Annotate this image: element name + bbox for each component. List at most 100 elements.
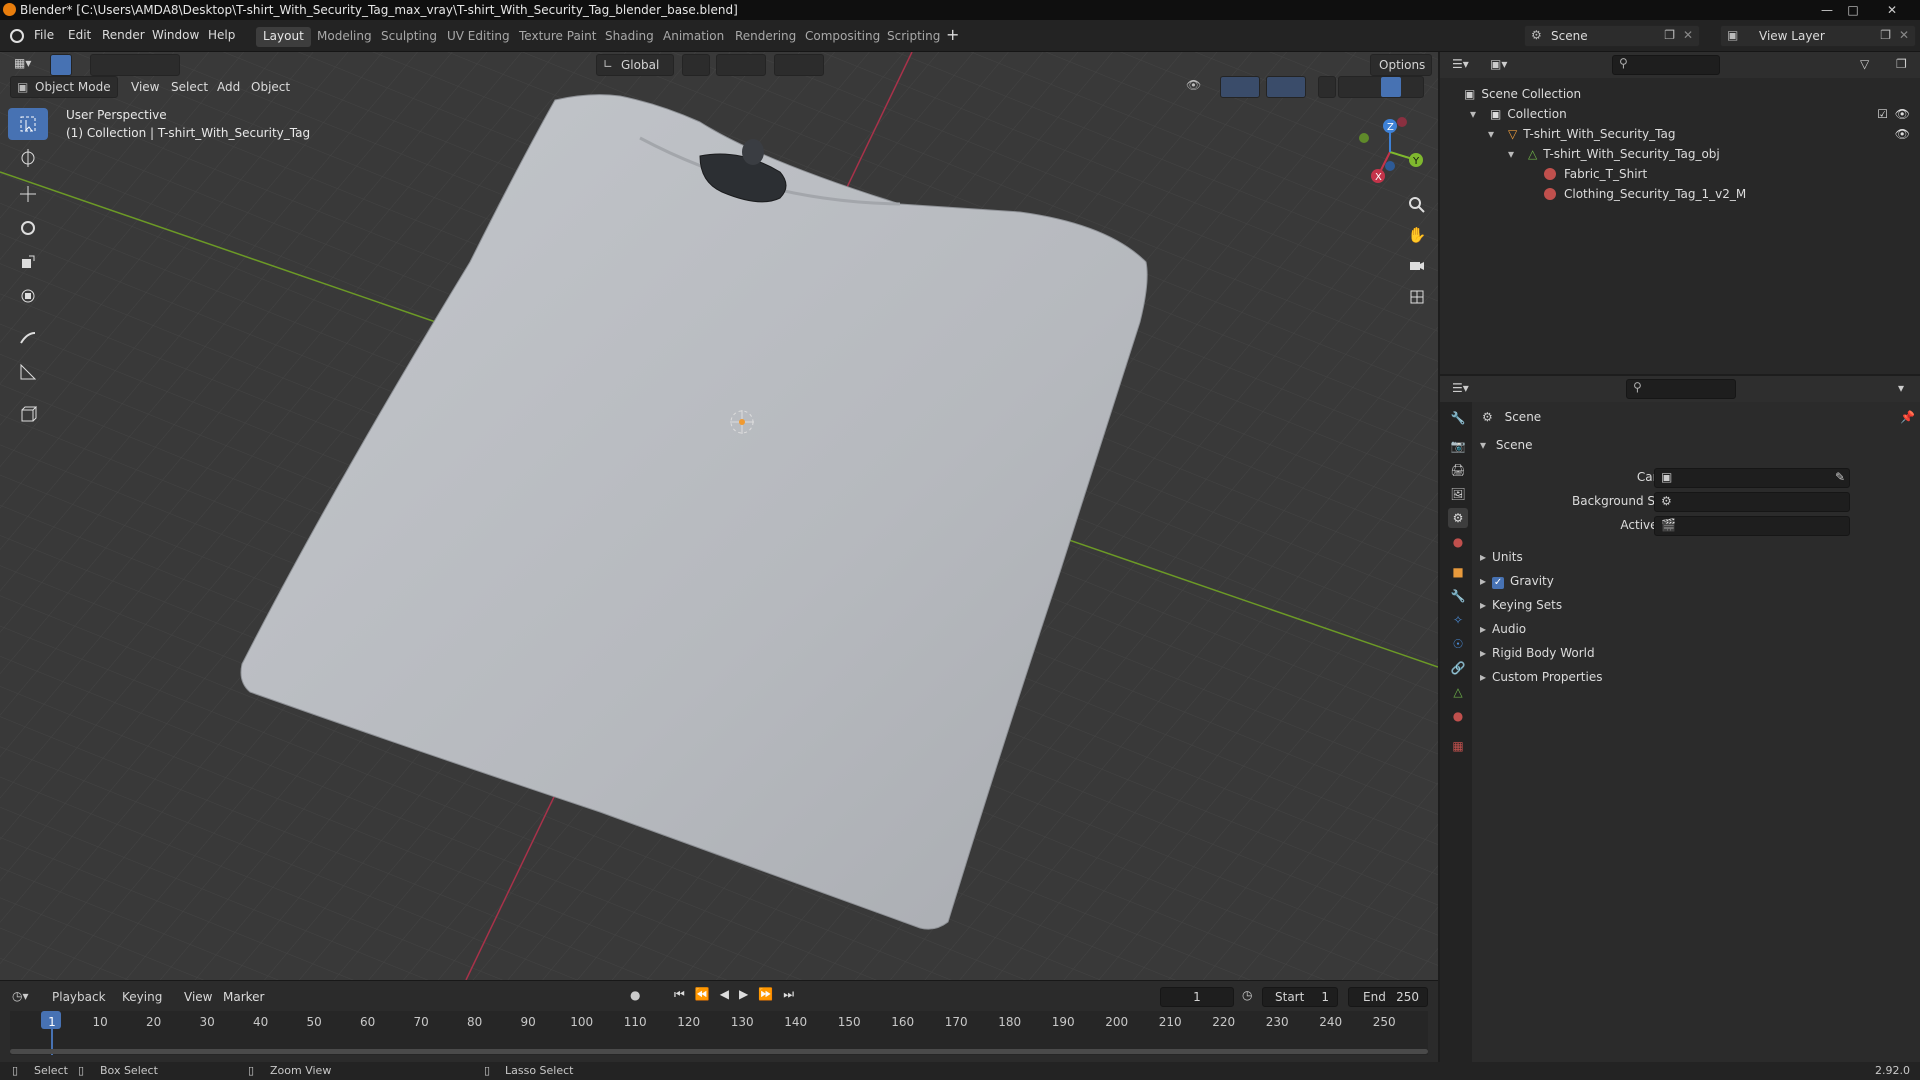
preview-range-icon[interactable]: ◷	[1242, 988, 1252, 1002]
object-mode-dropdown[interactable]: ▣ Object Mode	[10, 76, 118, 98]
panel-keying-sets[interactable]: ▸ Keying Sets	[1480, 598, 1562, 612]
jump-keyframe-forward-icon[interactable]: ⏩	[758, 987, 773, 1002]
properties-editor-type-icon[interactable]: ☰▾	[1452, 381, 1469, 395]
menu-edit[interactable]: Edit	[68, 28, 91, 42]
jump-start-icon[interactable]: ⏮	[674, 987, 685, 1002]
3d-viewport[interactable]	[0, 52, 1438, 980]
minimize-button[interactable]: —	[1816, 0, 1838, 20]
proportional-editing-icon[interactable]	[774, 54, 824, 76]
data-tab-icon[interactable]: △	[1448, 682, 1468, 702]
tab-rendering[interactable]: Rendering	[728, 27, 803, 47]
outliner-item-material-tag[interactable]: Clothing_Security_Tag_1_v2_M	[1544, 184, 1746, 204]
playback-menu[interactable]: Playback	[46, 987, 116, 1009]
outliner-item-collection[interactable]: ▾ ▣ Collection ☑ 👁	[1470, 104, 1910, 124]
jump-end-icon[interactable]: ⏭	[783, 987, 794, 1002]
expand-arrow-icon[interactable]: ▾	[1470, 107, 1484, 121]
navigation-gizmo[interactable]: X Y Z	[1350, 112, 1430, 192]
modifier-tab-icon[interactable]: 🔧	[1448, 586, 1468, 606]
measure-tool-icon[interactable]	[8, 356, 48, 388]
panel-rigid-body-world[interactable]: ▸ Rigid Body World	[1480, 646, 1595, 660]
tab-animation[interactable]: Animation	[656, 27, 731, 47]
background-scene-field[interactable]: ⚙	[1654, 492, 1850, 512]
collapse-arrow-icon[interactable]: ▸	[1480, 550, 1486, 564]
material-tab-icon[interactable]: ●	[1448, 706, 1468, 726]
outliner-search-input[interactable]: ⚲	[1612, 55, 1720, 75]
timeline-editor-type-icon[interactable]: ◷▾	[12, 989, 29, 1003]
record-icon[interactable]: ●	[630, 988, 640, 1002]
play-reverse-icon[interactable]: ◀	[720, 987, 729, 1002]
jump-keyframe-back-icon[interactable]: ⏪	[695, 987, 710, 1002]
object-tab-icon[interactable]: ■	[1448, 562, 1468, 582]
collapse-arrow-icon[interactable]: ▸	[1480, 646, 1486, 660]
close-button[interactable]: ✕	[1868, 0, 1916, 20]
remove-view-layer-icon[interactable]: ✕	[1899, 28, 1909, 42]
menu-help[interactable]: Help	[208, 28, 235, 42]
pin-icon[interactable]: 📌	[1900, 410, 1915, 424]
end-frame-field[interactable]: End 250	[1348, 987, 1428, 1007]
tab-modeling[interactable]: Modeling	[310, 27, 379, 47]
outliner-item-mesh-data[interactable]: ▾ △ T-shirt_With_Security_Tag_obj	[1508, 144, 1720, 164]
world-tab-icon[interactable]: ●	[1448, 532, 1468, 552]
properties-options-icon[interactable]: ▾	[1898, 381, 1904, 395]
keying-menu[interactable]: Keying	[118, 987, 178, 1009]
maximize-button[interactable]: □	[1842, 0, 1864, 20]
expand-arrow-icon[interactable]: ▾	[1480, 438, 1486, 452]
viewport-menu-view[interactable]: View	[131, 80, 159, 94]
transform-tool-icon[interactable]	[8, 280, 48, 312]
expand-arrow-icon[interactable]: ▾	[1508, 147, 1522, 161]
display-mode-icon[interactable]: ▣▾	[1490, 57, 1507, 71]
view-layer-tab-icon[interactable]: 🖼	[1448, 484, 1468, 504]
pan-hand-icon[interactable]: ✋	[1402, 220, 1432, 250]
current-frame-field[interactable]: 1	[1160, 987, 1234, 1007]
outliner-editor-type-icon[interactable]: ☰▾	[1452, 57, 1469, 71]
new-collection-icon[interactable]: ❐	[1896, 57, 1907, 71]
panel-units[interactable]: ▸ Units	[1480, 550, 1523, 564]
output-tab-icon[interactable]: 🖨	[1448, 460, 1468, 480]
tab-layout[interactable]: Layout	[256, 27, 311, 47]
start-frame-field[interactable]: Start 1	[1262, 987, 1338, 1007]
tool-tab-icon[interactable]: 🔧	[1448, 408, 1468, 428]
visibility-icon[interactable]: 👁	[1186, 78, 1201, 92]
panel-gravity[interactable]: ▸ ✓ Gravity	[1480, 574, 1554, 589]
collapse-arrow-icon[interactable]: ▸	[1480, 574, 1486, 588]
remove-scene-icon[interactable]: ✕	[1683, 28, 1693, 42]
panel-custom-properties[interactable]: ▸ Custom Properties	[1480, 670, 1602, 684]
timeline-menu-marker[interactable]: Marker	[223, 990, 264, 1004]
visibility-eye-icon[interactable]: 👁	[1895, 107, 1910, 121]
menu-window[interactable]: Window	[152, 28, 199, 42]
exclude-checkbox-icon[interactable]: ☑	[1877, 107, 1888, 121]
scene-tab-icon[interactable]: ⚙	[1448, 508, 1468, 528]
new-view-layer-icon[interactable]: ❐	[1880, 28, 1891, 42]
render-tab-icon[interactable]: 📷	[1448, 436, 1468, 456]
particles-tab-icon[interactable]: ✧	[1448, 610, 1468, 630]
outliner-item-tshirt-empty[interactable]: ▾ ▽ T-shirt_With_Security_Tag 👁	[1488, 124, 1910, 144]
select-box-tool-icon[interactable]	[8, 108, 48, 140]
physics-tab-icon[interactable]: ☉	[1448, 634, 1468, 654]
zoom-icon[interactable]	[1402, 190, 1432, 220]
outliner-scene-collection[interactable]: ▣ Scene Collection	[1464, 84, 1581, 104]
viewport-menu-object[interactable]: Object	[251, 80, 290, 94]
tab-shading[interactable]: Shading	[598, 27, 661, 47]
perspective-toggle-icon[interactable]	[1402, 282, 1432, 312]
constraints-tab-icon[interactable]: 🔗	[1448, 658, 1468, 678]
camera-field[interactable]: ▣ ✎	[1654, 468, 1850, 488]
tab-sculpting[interactable]: Sculpting	[374, 27, 444, 47]
editor-type-icon[interactable]: ▦▾	[14, 56, 31, 70]
xray-toggle-icon[interactable]	[1318, 76, 1336, 98]
collapse-arrow-icon[interactable]: ▸	[1480, 598, 1486, 612]
transform-orientation-dropdown[interactable]: ∟ Global	[596, 54, 674, 76]
tab-texture-paint[interactable]: Texture Paint	[512, 27, 603, 47]
gizmo-toggle-icon[interactable]	[1220, 76, 1260, 98]
scale-tool-icon[interactable]	[8, 246, 48, 278]
filter-icon[interactable]: ▽	[1860, 57, 1869, 71]
texture-tab-icon[interactable]: ▦	[1448, 736, 1468, 756]
move-tool-icon[interactable]	[8, 178, 48, 210]
properties-search-input[interactable]: ⚲	[1626, 379, 1736, 399]
cursor-tool-icon[interactable]	[8, 142, 48, 174]
add-workspace-icon[interactable]: +	[946, 25, 959, 44]
tab-compositing[interactable]: Compositing	[798, 27, 887, 47]
visibility-eye-icon[interactable]: 👁	[1895, 127, 1910, 141]
scene-selector[interactable]: Scene ⚙ ❐ ✕	[1524, 25, 1700, 47]
play-icon[interactable]: ▶	[739, 987, 748, 1002]
expand-arrow-icon[interactable]: ▾	[1488, 127, 1502, 141]
